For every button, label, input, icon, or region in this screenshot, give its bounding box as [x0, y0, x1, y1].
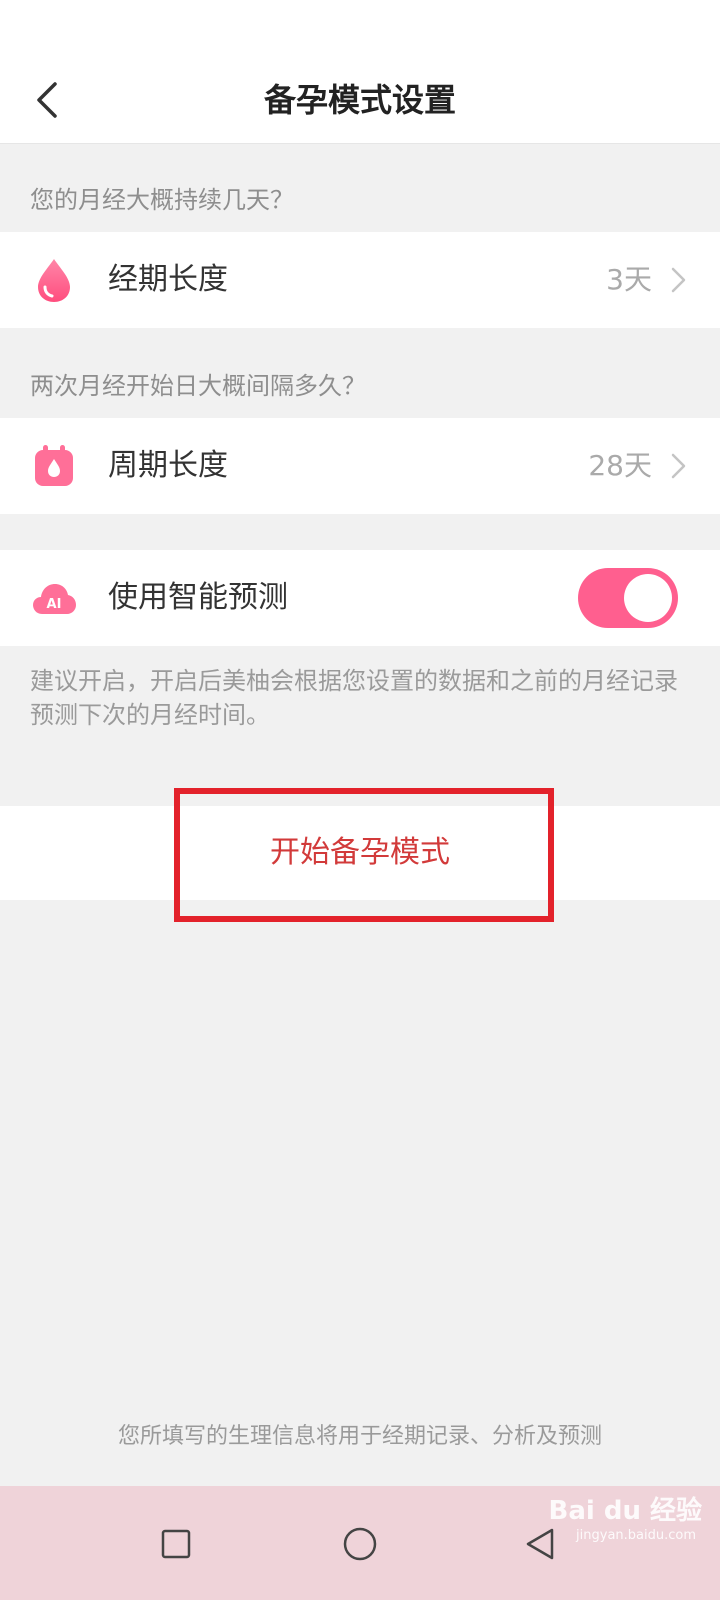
smart-prediction-toggle[interactable] [578, 568, 678, 628]
status-bar [0, 0, 720, 56]
start-pregnancy-mode-button[interactable]: 开始备孕模式 [0, 806, 720, 900]
period-length-label: 经期长度 [108, 262, 228, 297]
ai-cloud-icon: AI [33, 584, 76, 614]
cycle-length-row[interactable]: 周期长度 28天 [0, 418, 720, 514]
watermark-logo: Bai du 经验 [548, 1496, 703, 1526]
cycle-length-label: 周期长度 [108, 448, 228, 483]
period-length-row[interactable]: 经期长度 3天 [0, 232, 720, 328]
home-button[interactable] [330, 1514, 390, 1574]
start-row: 开始备孕模式 [0, 806, 720, 900]
recent-apps-button[interactable] [146, 1514, 206, 1574]
privacy-disclaimer: 您所填写的生理信息将用于经期记录、分析及预测 [117, 1424, 602, 1449]
watermark-url: jingyan.baidu.com [576, 1528, 696, 1543]
chevron-right-icon [671, 453, 686, 479]
smart-prediction-label: 使用智能预测 [108, 580, 288, 615]
cycle-question: 两次月经开始日大概间隔多久？ [30, 372, 366, 400]
prediction-note: 建议开启，开启后美柚会根据您设置的数据和之前的月经记录预测下次的月经时间。 [30, 667, 678, 729]
circle-icon [343, 1527, 377, 1561]
page-title: 备孕模式设置 [263, 81, 456, 119]
header: 备孕模式设置 [0, 56, 720, 144]
smart-prediction-row: AI 使用智能预测 [0, 550, 720, 646]
blood-drop-icon [38, 259, 70, 302]
period-length-value: 3天 [606, 263, 652, 296]
cycle-length-value: 28天 [588, 449, 652, 482]
toggle-knob [624, 574, 672, 622]
triangle-back-icon [526, 1528, 554, 1560]
chevron-right-icon [671, 267, 686, 293]
period-question: 您的月经大概持续几天？ [30, 186, 294, 214]
ai-icon-text: AI [47, 597, 62, 612]
calendar-drop-icon [35, 445, 73, 486]
square-icon [161, 1529, 191, 1559]
